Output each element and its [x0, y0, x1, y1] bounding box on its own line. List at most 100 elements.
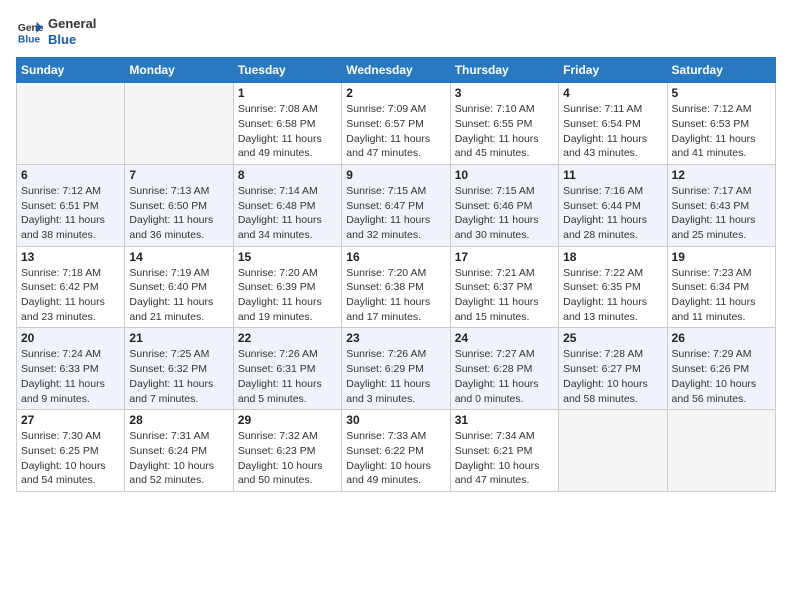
day-detail: Sunrise: 7:18 AMSunset: 6:42 PMDaylight:… [21, 266, 120, 325]
weekday-header-saturday: Saturday [667, 58, 775, 83]
logo-icon: General Blue [16, 18, 44, 46]
day-detail: Sunrise: 7:17 AMSunset: 6:43 PMDaylight:… [672, 184, 771, 243]
day-number: 26 [672, 331, 771, 345]
day-detail: Sunrise: 7:13 AMSunset: 6:50 PMDaylight:… [129, 184, 228, 243]
day-detail: Sunrise: 7:11 AMSunset: 6:54 PMDaylight:… [563, 102, 662, 161]
calendar-cell: 29 Sunrise: 7:32 AMSunset: 6:23 PMDayligh… [233, 410, 341, 492]
day-number: 17 [455, 250, 554, 264]
day-detail: Sunrise: 7:26 AMSunset: 6:31 PMDaylight:… [238, 347, 337, 406]
day-detail: Sunrise: 7:33 AMSunset: 6:22 PMDaylight:… [346, 429, 445, 488]
day-detail: Sunrise: 7:10 AMSunset: 6:55 PMDaylight:… [455, 102, 554, 161]
calendar-cell: 15 Sunrise: 7:20 AMSunset: 6:39 PMDayligh… [233, 246, 341, 328]
day-number: 27 [21, 413, 120, 427]
weekday-header-friday: Friday [559, 58, 667, 83]
calendar-cell: 30 Sunrise: 7:33 AMSunset: 6:22 PMDayligh… [342, 410, 450, 492]
weekday-header-sunday: Sunday [17, 58, 125, 83]
calendar-cell: 1 Sunrise: 7:08 AMSunset: 6:58 PMDaylight… [233, 83, 341, 165]
logo-blue: Blue [48, 32, 96, 48]
day-number: 14 [129, 250, 228, 264]
calendar-cell: 17 Sunrise: 7:21 AMSunset: 6:37 PMDayligh… [450, 246, 558, 328]
calendar-cell: 12 Sunrise: 7:17 AMSunset: 6:43 PMDayligh… [667, 164, 775, 246]
day-detail: Sunrise: 7:27 AMSunset: 6:28 PMDaylight:… [455, 347, 554, 406]
day-number: 8 [238, 168, 337, 182]
day-number: 19 [672, 250, 771, 264]
day-number: 11 [563, 168, 662, 182]
day-number: 30 [346, 413, 445, 427]
calendar-cell: 22 Sunrise: 7:26 AMSunset: 6:31 PMDayligh… [233, 328, 341, 410]
calendar-cell: 13 Sunrise: 7:18 AMSunset: 6:42 PMDayligh… [17, 246, 125, 328]
day-number: 24 [455, 331, 554, 345]
day-detail: Sunrise: 7:15 AMSunset: 6:46 PMDaylight:… [455, 184, 554, 243]
calendar-cell: 31 Sunrise: 7:34 AMSunset: 6:21 PMDayligh… [450, 410, 558, 492]
day-detail: Sunrise: 7:24 AMSunset: 6:33 PMDaylight:… [21, 347, 120, 406]
day-detail: Sunrise: 7:31 AMSunset: 6:24 PMDaylight:… [129, 429, 228, 488]
day-number: 7 [129, 168, 228, 182]
calendar-cell: 26 Sunrise: 7:29 AMSunset: 6:26 PMDayligh… [667, 328, 775, 410]
day-number: 3 [455, 86, 554, 100]
day-detail: Sunrise: 7:09 AMSunset: 6:57 PMDaylight:… [346, 102, 445, 161]
day-detail: Sunrise: 7:20 AMSunset: 6:39 PMDaylight:… [238, 266, 337, 325]
calendar-cell: 27Sunrise: 7:30 AMSunset: 6:25 PMDayligh… [17, 410, 125, 492]
weekday-header-wednesday: Wednesday [342, 58, 450, 83]
day-number: 1 [238, 86, 337, 100]
day-number: 12 [672, 168, 771, 182]
day-number: 13 [21, 250, 120, 264]
calendar-cell [559, 410, 667, 492]
day-detail: Sunrise: 7:15 AMSunset: 6:47 PMDaylight:… [346, 184, 445, 243]
calendar-cell: 8 Sunrise: 7:14 AMSunset: 6:48 PMDaylight… [233, 164, 341, 246]
day-detail: Sunrise: 7:12 AMSunset: 6:51 PMDaylight:… [21, 184, 120, 243]
day-detail: Sunrise: 7:26 AMSunset: 6:29 PMDaylight:… [346, 347, 445, 406]
calendar-cell [667, 410, 775, 492]
calendar-cell: 19 Sunrise: 7:23 AMSunset: 6:34 PMDayligh… [667, 246, 775, 328]
calendar-week-row: 6 Sunrise: 7:12 AMSunset: 6:51 PMDaylight… [17, 164, 776, 246]
day-number: 16 [346, 250, 445, 264]
day-number: 5 [672, 86, 771, 100]
day-detail: Sunrise: 7:23 AMSunset: 6:34 PMDaylight:… [672, 266, 771, 325]
day-number: 25 [563, 331, 662, 345]
day-detail: Sunrise: 7:16 AMSunset: 6:44 PMDaylight:… [563, 184, 662, 243]
calendar-week-row: 1 Sunrise: 7:08 AMSunset: 6:58 PMDaylight… [17, 83, 776, 165]
day-number: 9 [346, 168, 445, 182]
day-number: 28 [129, 413, 228, 427]
day-number: 20 [21, 331, 120, 345]
calendar-header: SundayMondayTuesdayWednesdayThursdayFrid… [17, 58, 776, 83]
day-detail: Sunrise: 7:21 AMSunset: 6:37 PMDaylight:… [455, 266, 554, 325]
calendar-cell: 11 Sunrise: 7:16 AMSunset: 6:44 PMDayligh… [559, 164, 667, 246]
day-detail: Sunrise: 7:20 AMSunset: 6:38 PMDaylight:… [346, 266, 445, 325]
day-number: 4 [563, 86, 662, 100]
logo: General Blue General Blue [16, 16, 96, 47]
calendar-cell: 25 Sunrise: 7:28 AMSunset: 6:27 PMDayligh… [559, 328, 667, 410]
calendar-cell: 2Sunrise: 7:09 AMSunset: 6:57 PMDaylight… [342, 83, 450, 165]
weekday-header-tuesday: Tuesday [233, 58, 341, 83]
calendar-cell: 14 Sunrise: 7:19 AMSunset: 6:40 PMDayligh… [125, 246, 233, 328]
day-detail: Sunrise: 7:28 AMSunset: 6:27 PMDaylight:… [563, 347, 662, 406]
day-detail: Sunrise: 7:14 AMSunset: 6:48 PMDaylight:… [238, 184, 337, 243]
calendar-week-row: 20 Sunrise: 7:24 AMSunset: 6:33 PMDayligh… [17, 328, 776, 410]
day-detail: Sunrise: 7:34 AMSunset: 6:21 PMDaylight:… [455, 429, 554, 488]
calendar-cell: 16 Sunrise: 7:20 AMSunset: 6:38 PMDayligh… [342, 246, 450, 328]
calendar-cell: 23 Sunrise: 7:26 AMSunset: 6:29 PMDayligh… [342, 328, 450, 410]
weekday-header-monday: Monday [125, 58, 233, 83]
day-detail: Sunrise: 7:19 AMSunset: 6:40 PMDaylight:… [129, 266, 228, 325]
calendar-cell: 18 Sunrise: 7:22 AMSunset: 6:35 PMDayligh… [559, 246, 667, 328]
day-detail: Sunrise: 7:29 AMSunset: 6:26 PMDaylight:… [672, 347, 771, 406]
day-number: 22 [238, 331, 337, 345]
day-number: 21 [129, 331, 228, 345]
calendar-cell: 5Sunrise: 7:12 AMSunset: 6:53 PMDaylight… [667, 83, 775, 165]
day-number: 6 [21, 168, 120, 182]
calendar-cell: 28 Sunrise: 7:31 AMSunset: 6:24 PMDayligh… [125, 410, 233, 492]
calendar-cell [125, 83, 233, 165]
day-number: 29 [238, 413, 337, 427]
page-header: General Blue General Blue [16, 16, 776, 47]
day-number: 18 [563, 250, 662, 264]
calendar-week-row: 13 Sunrise: 7:18 AMSunset: 6:42 PMDayligh… [17, 246, 776, 328]
day-number: 31 [455, 413, 554, 427]
day-detail: Sunrise: 7:08 AMSunset: 6:58 PMDaylight:… [238, 102, 337, 161]
day-number: 10 [455, 168, 554, 182]
day-number: 23 [346, 331, 445, 345]
day-detail: Sunrise: 7:22 AMSunset: 6:35 PMDaylight:… [563, 266, 662, 325]
day-detail: Sunrise: 7:32 AMSunset: 6:23 PMDaylight:… [238, 429, 337, 488]
day-number: 15 [238, 250, 337, 264]
logo-general: General [48, 16, 96, 32]
svg-text:Blue: Blue [18, 34, 41, 45]
